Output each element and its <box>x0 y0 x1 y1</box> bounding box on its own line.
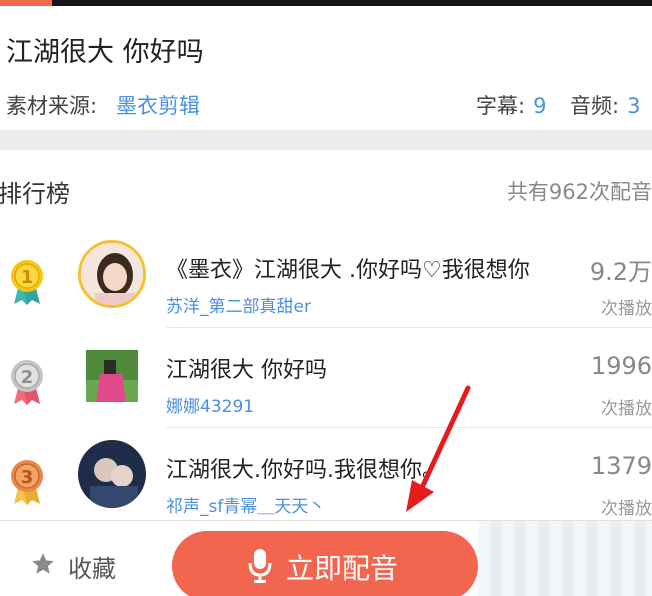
ranking-total: 共有962次配音 <box>506 180 652 204</box>
bottom-action-bar: 收藏 立即配音 <box>0 520 652 596</box>
material-header: 江湖很大 你好吗 素材来源: 墨衣剪辑 字幕: 9 音频: 3 <box>0 6 652 130</box>
dub-user[interactable]: 娜娜43291 <box>166 392 254 417</box>
ranking-row-1[interactable]: 1 《墨衣》江湖很大 .你好吗♡我很想你 苏洋_第二部真甜er 9.2万 次播放 <box>0 228 652 328</box>
ranking-card: 排行榜 共有962次配音 1 《墨衣》江湖很大 .你好吗♡我很想你 苏洋_第二部… <box>0 150 652 520</box>
dub-now-button[interactable]: 立即配音 <box>172 531 478 596</box>
gold-medal-icon: 1 <box>11 260 43 305</box>
dub-title: 《墨衣》江湖很大 .你好吗♡我很想你 <box>166 258 530 283</box>
rank-number: 3 <box>21 467 34 488</box>
material-title: 江湖很大 你好吗 <box>6 37 204 68</box>
play-count: 1379 <box>590 452 652 480</box>
source-label: 素材来源: <box>6 94 98 118</box>
ranking-header: 排行榜 共有962次配音 <box>0 150 652 228</box>
bronze-medal-icon: 3 <box>11 460 43 505</box>
dub-now-label: 立即配音 <box>286 552 399 585</box>
user-avatar[interactable] <box>78 440 146 508</box>
play-count: 1996 <box>590 352 652 380</box>
user-avatar[interactable] <box>86 350 138 402</box>
source-link[interactable]: 墨衣剪辑 <box>116 90 200 120</box>
user-avatar[interactable] <box>78 240 146 308</box>
favorite-label: 收藏 <box>68 555 116 583</box>
annotation-arrow-icon <box>406 385 471 512</box>
ranking-row-3[interactable]: 3 江湖很大.你好吗.我很想你。 祁声_sf青幂＿天天丶 1379 次播放 <box>0 428 652 528</box>
microphone-icon <box>248 549 272 583</box>
ranking-title: 排行榜 <box>0 180 70 208</box>
audio-stat: 音频: 3 <box>570 90 640 120</box>
audio-label: 音频: <box>570 94 620 118</box>
star-icon <box>32 553 54 574</box>
audio-count: 3 <box>627 94 641 118</box>
material-meta: 素材来源: 墨衣剪辑 字幕: 9 音频: 3 <box>6 90 646 120</box>
play-count-label: 次播放 <box>601 499 652 519</box>
silver-medal-icon: 2 <box>11 360 43 405</box>
dub-user[interactable]: 苏洋_第二部真甜er <box>166 292 311 317</box>
ranking-row-2[interactable]: 2 江湖很大 你好吗 娜娜43291 1996 次播放 <box>0 328 652 428</box>
subtitles-stat: 字幕: 9 <box>476 90 546 120</box>
subtitles-count: 9 <box>533 94 547 118</box>
blurred-region <box>478 521 652 596</box>
dub-user[interactable]: 祁声_sf青幂＿天天丶 <box>166 492 325 517</box>
subtitles-label: 字幕: <box>476 94 526 118</box>
dub-title: 江湖很大 你好吗 <box>166 358 327 383</box>
play-count-label: 次播放 <box>601 399 652 419</box>
play-count: 9.2万 <box>589 258 652 286</box>
play-count-label: 次播放 <box>601 299 652 319</box>
rank-number: 1 <box>21 267 34 288</box>
rank-number: 2 <box>21 367 34 388</box>
